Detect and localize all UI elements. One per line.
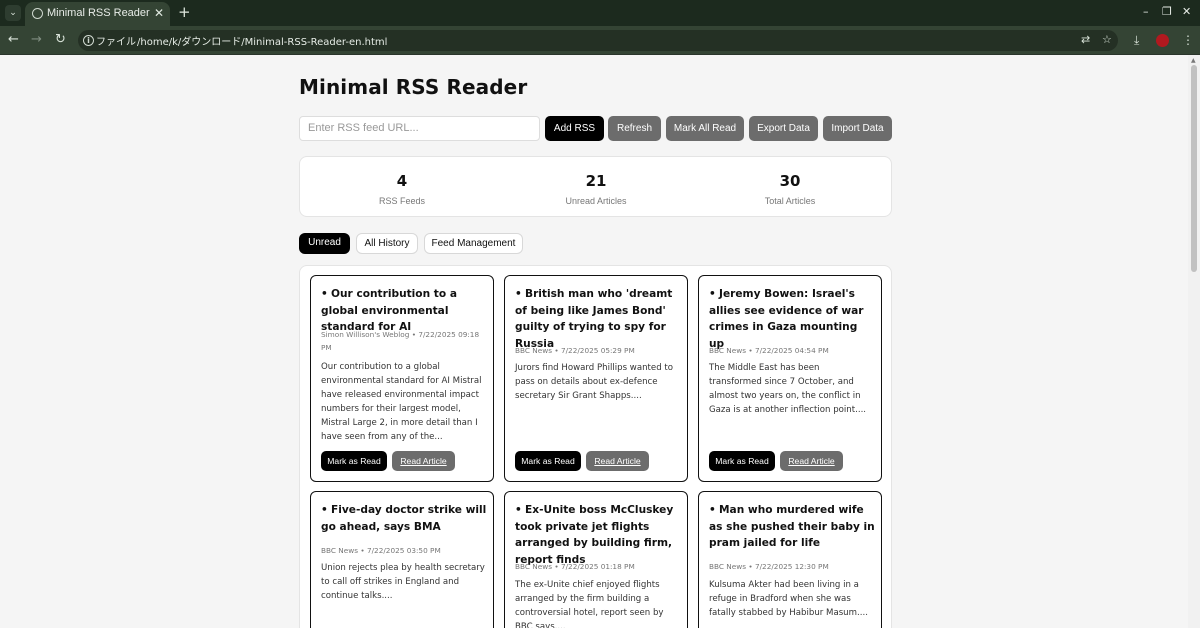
stat-total-value: 30 [779,172,801,190]
article-card: • Man who murdered wife as she pushed the… [698,491,882,628]
stat-unread-label: Unread Articles [565,196,627,206]
browser-menu-icon[interactable]: ⋮ [1182,32,1194,48]
browser-tab-title: Minimal RSS Reader [47,7,150,19]
page-scrollbar[interactable]: ▲ [1188,55,1200,628]
stat-unread-value: 21 [585,172,607,190]
article-description: Union rejects plea by health secretary t… [321,563,485,601]
bookmark-star-icon[interactable]: ☆ [1102,33,1112,47]
browser-tab-strip: ⌄ Minimal RSS Reader ✕ + – ❐ ✕ [0,0,1200,26]
tab-unread[interactable]: Unread [299,233,350,254]
article-card: • Ex-Unite boss McCluskey took private je… [504,491,688,628]
browser-toolbar: ← → ↻ i ファイル /home/k/ダウンロード/Minimal-RSS-… [0,26,1200,55]
download-icon[interactable]: ⤓ [1134,32,1139,48]
mark-all-read-button[interactable]: Mark All Read [666,116,744,141]
article-description: The Middle East has been transformed sin… [709,363,867,415]
export-data-button[interactable]: Export Data [749,116,818,141]
article-description: Jurors find Howard Phillips wanted to pa… [515,363,674,401]
tab-search-icon[interactable]: ⌄ [5,5,21,21]
article-meta: BBC News • 7/22/2025 12:30 PM [709,562,829,571]
address-url[interactable]: /home/k/ダウンロード/Minimal-RSS-Reader-en.htm… [137,33,387,48]
read-article-link[interactable]: Read Article [392,451,455,471]
reload-icon[interactable]: ↻ [55,32,66,48]
mark-as-read-button[interactable]: Mark as Read [515,451,581,471]
article-card: • Jeremy Bowen: Israel's allies see evide… [698,275,882,482]
article-meta: BBC News • 7/22/2025 05:29 PM [515,346,635,355]
stats-panel: 4 RSS Feeds 21 Unread Articles 30 Total … [299,156,892,217]
minimize-icon[interactable]: – [1143,5,1149,19]
maximize-icon[interactable]: ❐ [1162,5,1172,19]
stat-feeds-label: RSS Feeds [378,196,426,206]
article-title[interactable]: • British man who 'dreamt of being like J… [515,286,681,352]
article-title[interactable]: • Ex-Unite boss McCluskey took private je… [515,502,681,568]
scroll-up-arrow-icon[interactable]: ▲ [1191,57,1196,64]
import-data-button[interactable]: Import Data [823,116,892,141]
globe-icon [32,8,43,19]
translate-icon[interactable]: ⇄ [1081,33,1090,47]
article-meta: Simon Willison's Weblog • 7/22/2025 09:1… [321,330,480,352]
tab-all-history[interactable]: All History [356,233,418,254]
article-card: • British man who 'dreamt of being like J… [504,275,688,482]
stat-total-label: Total Articles [764,196,816,206]
mark-as-read-button[interactable]: Mark as Read [321,451,387,471]
article-description: The ex-Unite chief enjoyed flights arran… [515,580,664,628]
address-scheme-label: ファイル [96,37,136,48]
article-card: • Five-day doctor strike will go ahead, s… [310,491,494,628]
forward-icon[interactable]: → [31,32,42,48]
article-card: • Our contribution to a global environmen… [310,275,494,482]
close-window-icon[interactable]: ✕ [1182,5,1191,19]
mark-as-read-button[interactable]: Mark as Read [709,451,775,471]
page-title: Minimal RSS Reader [299,75,528,99]
browser-tab[interactable]: Minimal RSS Reader ✕ [25,2,170,26]
read-article-link[interactable]: Read Article [586,451,649,471]
address-bar[interactable]: i ファイル /home/k/ダウンロード/Minimal-RSS-Reader… [78,30,1118,51]
stat-feeds-value: 4 [396,172,408,190]
site-info-icon[interactable]: i [83,35,94,46]
new-tab-button[interactable]: + [178,3,191,21]
article-meta: BBC News • 7/22/2025 04:54 PM [709,346,829,355]
article-meta: BBC News • 7/22/2025 03:50 PM [321,546,441,555]
page-viewport: Minimal RSS Reader Enter RSS feed URL...… [0,55,1188,628]
article-title[interactable]: • Five-day doctor strike will go ahead, s… [321,502,487,535]
article-title[interactable]: • Man who murdered wife as she pushed the… [709,502,875,552]
rss-url-input[interactable]: Enter RSS feed URL... [299,116,540,141]
close-tab-icon[interactable]: ✕ [154,6,164,20]
article-description: Our contribution to a global environment… [321,362,482,442]
article-meta: BBC News • 7/22/2025 01:18 PM [515,562,635,571]
article-title[interactable]: • Jeremy Bowen: Israel's allies see evide… [709,286,875,352]
refresh-button[interactable]: Refresh [608,116,661,141]
back-icon[interactable]: ← [8,32,19,48]
profile-avatar[interactable] [1156,34,1169,47]
scrollbar-thumb[interactable] [1191,65,1197,272]
article-description: Kulsuma Akter had been living in a refug… [709,580,868,618]
tab-feed-management[interactable]: Feed Management [424,233,523,254]
read-article-link[interactable]: Read Article [780,451,843,471]
add-rss-button[interactable]: Add RSS [545,116,604,141]
